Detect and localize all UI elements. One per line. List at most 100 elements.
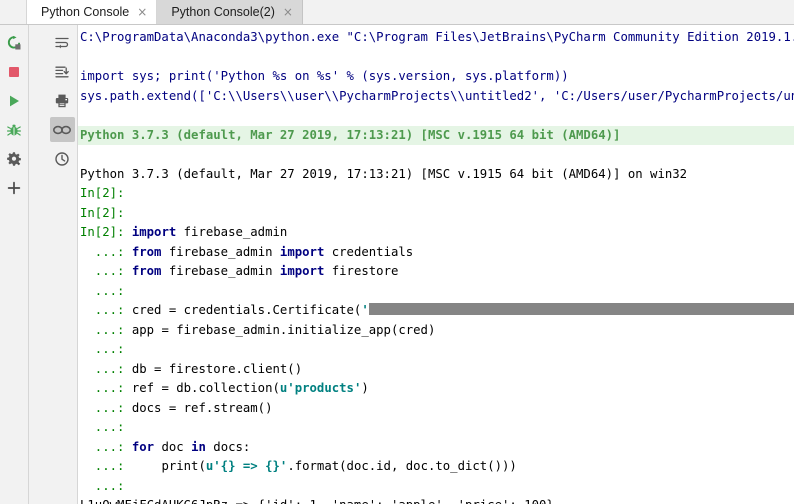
console-text-span: Python 3.7.3 (default, Mar 27 2019, 17:1…: [80, 127, 621, 142]
console-line-import-sys: import sys; print('Python %s on %s' % (s…: [78, 67, 794, 87]
console-text-span: ...:: [80, 478, 125, 493]
console-text-span: .format(doc.id, doc.to_dict())): [287, 459, 517, 473]
history-clock-icon: [55, 151, 69, 166]
execute-icon: [10, 95, 19, 106]
tab-bar-gutter: [0, 0, 27, 24]
print-button[interactable]: [50, 88, 75, 113]
rerun-button[interactable]: [2, 30, 27, 55]
tab-python-console-2-label: Python Console(2): [171, 5, 275, 19]
console-text-span: C:\ProgramData\Anaconda3\python.exe "C:\…: [80, 30, 794, 44]
console-text-span: firebase_admin: [161, 244, 280, 259]
console-text-span: sys.path.extend(['C:\\Users\\user\\Pycha…: [80, 88, 794, 103]
console-text-span: u'products': [279, 381, 362, 395]
stop-button[interactable]: [2, 59, 27, 84]
add-icon: [7, 181, 21, 194]
console-text-span: credentials: [324, 244, 414, 259]
debug-icon: [7, 124, 21, 136]
console-line-cmdline: C:\ProgramData\Anaconda3\python.exe "C:\…: [78, 28, 794, 48]
console-tab-bar: Python Console × Python Console(2) ×: [0, 0, 794, 25]
soft-wrap-button[interactable]: [50, 30, 75, 55]
console-line-cont-print: ...: print(u'{} => {}'.format(doc.id, do…: [78, 457, 794, 477]
console-text-span: in: [191, 439, 206, 454]
console-text-span: ': [361, 303, 369, 317]
console-text-span: u'{} => {}': [205, 459, 288, 473]
console-text-span: db = firestore.client(): [131, 361, 303, 376]
soft-wrap-icon: [55, 37, 69, 48]
console-text-span: cred = credentials.Certificate(: [131, 303, 362, 317]
console-text-span: import: [279, 264, 325, 278]
console-text-span: ...:: [80, 420, 125, 434]
console-text-span: print(: [131, 459, 206, 473]
browse-history-button[interactable]: [50, 146, 75, 171]
scroll-to-end-button[interactable]: [50, 59, 75, 84]
console-text-span: import: [279, 244, 325, 259]
console-line-cont-ref: ...: ref = db.collection(u'products'): [78, 379, 794, 399]
console-output-area[interactable]: C:\ProgramData\Anaconda3\python.exe "C:\…: [78, 25, 794, 504]
tab-python-console-2[interactable]: Python Console(2) ×: [157, 0, 303, 24]
console-text-span: ...:: [80, 264, 132, 278]
console-text-span: In[2]:: [80, 205, 125, 220]
close-icon[interactable]: ×: [137, 6, 147, 18]
settings-button[interactable]: [2, 146, 27, 171]
stop-icon: [9, 66, 19, 77]
console-line-cont6: ...:: [78, 477, 794, 497]
console-line-sys-path: sys.path.extend(['C:\\Users\\user\\Pycha…: [78, 87, 794, 107]
console-text-span: ...:: [80, 342, 125, 356]
console-text-span: ...:: [80, 439, 132, 454]
console-line-cont4: ...:: [78, 340, 794, 360]
toolbar-separator: [29, 25, 47, 504]
console-text-span: ...:: [80, 381, 132, 395]
console-text-span: In[2]:: [80, 225, 132, 239]
console-line-in2a: In[2]:: [78, 184, 794, 204]
console-line-cont-cred: ...: cred = credentials.Certificate(''): [78, 301, 794, 321]
console-text-span: ...:: [80, 400, 132, 415]
pycharm-python-console-window: Python Console × Python Console(2) × C:\…: [0, 0, 794, 504]
print-icon: [55, 94, 69, 107]
console-text-span: ...:: [80, 244, 132, 259]
console-text-span: from: [131, 264, 162, 278]
console-line-banner: Python 3.7.3 (default, Mar 27 2019, 17:1…: [78, 125, 794, 145]
settings-gear-icon: [7, 151, 21, 166]
console-line-cont-for: ...: for doc in docs:: [78, 438, 794, 458]
show-variables-button[interactable]: [49, 117, 75, 142]
console-text-span: firebase_admin: [176, 225, 288, 239]
console-line-cont2: ...: from firebase_admin import firestor…: [78, 262, 794, 282]
close-icon[interactable]: ×: [283, 6, 293, 18]
rerun-icon: [7, 35, 21, 49]
console-text-span: import: [131, 225, 177, 239]
console-text-span: L1uQwMFjFCdAUKG6JpRz => {'id': 1, 'name'…: [80, 498, 554, 504]
console-text-span: for: [131, 439, 155, 454]
console-line-cont-db: ...: db = firestore.client(): [78, 360, 794, 380]
execute-button[interactable]: [2, 88, 27, 113]
console-text-span: ...:: [80, 283, 125, 298]
console-line-in2c: In[2]: import firebase_admin: [78, 223, 794, 243]
console-text-span: ...:: [80, 459, 132, 473]
console-line-cont-app: ...: app = firebase_admin.initialize_app…: [78, 321, 794, 341]
console-text-span: firebase_admin: [161, 264, 280, 278]
console-text-span: import sys; print('Python %s on %s' % (s…: [80, 69, 569, 83]
console-run-toolbar: [0, 25, 29, 504]
console-line-output: L1uQwMFjFCdAUKG6JpRz => {'id': 1, 'name'…: [78, 496, 794, 504]
attach-debugger-button[interactable]: [2, 117, 27, 142]
console-text-span: docs = ref.stream(): [131, 400, 273, 415]
tab-python-console-label: Python Console: [41, 5, 130, 19]
tab-python-console[interactable]: Python Console ×: [27, 0, 158, 24]
console-line-cont1: ...: from firebase_admin import credenti…: [78, 243, 794, 263]
console-line-cont5: ...:: [78, 418, 794, 438]
new-console-button[interactable]: [2, 175, 27, 200]
console-text-span: Python 3.7.3 (default, Mar 27 2019, 17:1…: [80, 166, 688, 181]
console-line-blank3: [78, 145, 794, 165]
console-text-span: firestore: [324, 264, 399, 278]
console-text-span: doc: [154, 439, 192, 454]
console-line-blank2: [78, 106, 794, 126]
redaction-bar: [368, 303, 794, 315]
show-variables-icon: [53, 125, 71, 134]
console-line-in2b: In[2]:: [78, 204, 794, 224]
console-line-blank1: [78, 48, 794, 68]
console-text-span: ...:: [80, 361, 132, 376]
console-line-version: Python 3.7.3 (default, Mar 27 2019, 17:1…: [78, 165, 794, 185]
console-line-cont-docs: ...: docs = ref.stream(): [78, 399, 794, 419]
console-text-span: from: [131, 244, 162, 259]
console-text-span: ): [361, 381, 369, 395]
console-text-span: ref = db.collection(: [131, 381, 280, 395]
